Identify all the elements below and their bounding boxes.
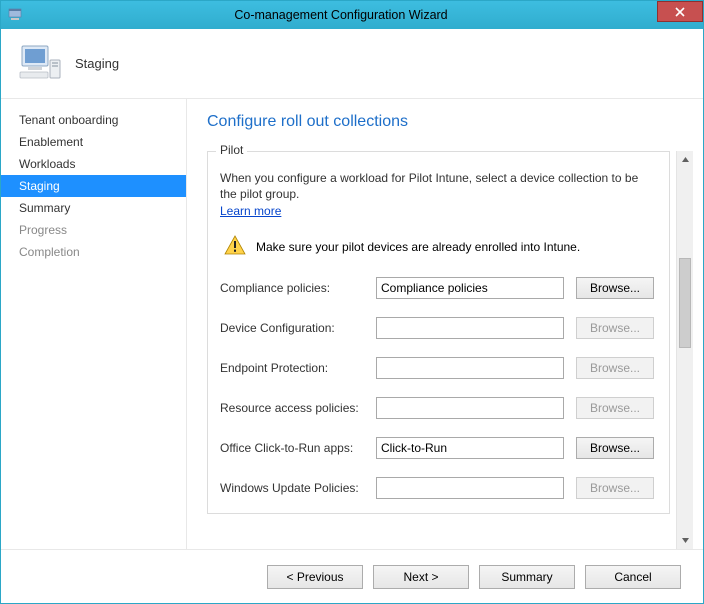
row-label: Device Configuration: xyxy=(220,321,376,335)
wizard-window: Co-management Configuration Wizard Stagi… xyxy=(0,0,704,604)
windows-update-policies-field[interactable] xyxy=(376,477,564,499)
sidebar-item-progress: Progress xyxy=(1,219,186,241)
sidebar-item-label: Staging xyxy=(19,179,60,193)
footer: < Previous Next > Summary Cancel xyxy=(1,549,703,603)
sidebar-item-label: Summary xyxy=(19,201,70,215)
browse-button: Browse... xyxy=(576,357,654,379)
sidebar: Tenant onboarding Enablement Workloads S… xyxy=(1,99,187,549)
header-pane: Staging xyxy=(1,29,703,99)
scroll-wrap: Pilot When you configure a workload for … xyxy=(207,151,693,549)
compliance-policies-field[interactable] xyxy=(376,277,564,299)
computer-icon xyxy=(19,42,63,85)
sidebar-item-workloads[interactable]: Workloads xyxy=(1,153,186,175)
cancel-button[interactable]: Cancel xyxy=(585,565,681,589)
warning-row: Make sure your pilot devices are already… xyxy=(224,234,657,259)
scroll-content: Pilot When you configure a workload for … xyxy=(207,151,676,549)
scroll-thumb[interactable] xyxy=(679,258,691,348)
endpoint-protection-field[interactable] xyxy=(376,357,564,379)
titlebar: Co-management Configuration Wizard xyxy=(1,1,703,29)
wizard-body: Tenant onboarding Enablement Workloads S… xyxy=(1,99,703,549)
office-click-to-run-field[interactable] xyxy=(376,437,564,459)
pilot-legend: Pilot xyxy=(216,143,247,157)
row-label: Resource access policies: xyxy=(220,401,376,415)
main-panel: Configure roll out collections Pilot Whe… xyxy=(187,99,703,549)
device-configuration-field[interactable] xyxy=(376,317,564,339)
close-button[interactable] xyxy=(657,1,703,22)
browse-button: Browse... xyxy=(576,317,654,339)
pilot-description: When you configure a workload for Pilot … xyxy=(220,170,657,202)
previous-button[interactable]: < Previous xyxy=(267,565,363,589)
sidebar-item-tenant-onboarding[interactable]: Tenant onboarding xyxy=(1,109,186,131)
summary-button[interactable]: Summary xyxy=(479,565,575,589)
row-label: Compliance policies: xyxy=(220,281,376,295)
browse-button[interactable]: Browse... xyxy=(576,437,654,459)
learn-more-link[interactable]: Learn more xyxy=(220,204,281,218)
sidebar-item-label: Progress xyxy=(19,223,67,237)
row-windows-update-policies: Windows Update Policies: Browse... xyxy=(220,477,657,499)
pilot-group: Pilot When you configure a workload for … xyxy=(207,151,670,514)
row-resource-access-policies: Resource access policies: Browse... xyxy=(220,397,657,419)
scroll-track[interactable] xyxy=(677,168,693,532)
scroll-down-button[interactable] xyxy=(677,532,693,549)
row-compliance-policies: Compliance policies: Browse... xyxy=(220,277,657,299)
sidebar-item-enablement[interactable]: Enablement xyxy=(1,131,186,153)
sidebar-item-label: Tenant onboarding xyxy=(19,113,118,127)
row-label: Endpoint Protection: xyxy=(220,361,376,375)
browse-button: Browse... xyxy=(576,397,654,419)
warning-text: Make sure your pilot devices are already… xyxy=(256,240,580,254)
row-endpoint-protection: Endpoint Protection: Browse... xyxy=(220,357,657,379)
row-label: Windows Update Policies: xyxy=(220,481,376,495)
vertical-scrollbar[interactable] xyxy=(676,151,693,549)
window-title: Co-management Configuration Wizard xyxy=(25,8,657,22)
row-office-click-to-run: Office Click-to-Run apps: Browse... xyxy=(220,437,657,459)
sidebar-item-completion: Completion xyxy=(1,241,186,263)
row-device-configuration: Device Configuration: Browse... xyxy=(220,317,657,339)
sidebar-item-label: Enablement xyxy=(19,135,83,149)
app-icon xyxy=(7,6,25,24)
main-heading: Configure roll out collections xyxy=(207,113,693,131)
sidebar-item-summary[interactable]: Summary xyxy=(1,197,186,219)
sidebar-item-label: Completion xyxy=(19,245,80,259)
resource-access-policies-field[interactable] xyxy=(376,397,564,419)
browse-button[interactable]: Browse... xyxy=(576,277,654,299)
row-label: Office Click-to-Run apps: xyxy=(220,441,376,455)
sidebar-item-label: Workloads xyxy=(19,157,75,171)
browse-button: Browse... xyxy=(576,477,654,499)
page-title: Staging xyxy=(75,56,119,71)
next-button[interactable]: Next > xyxy=(373,565,469,589)
sidebar-item-staging[interactable]: Staging xyxy=(1,175,186,197)
warning-icon xyxy=(224,234,246,259)
scroll-up-button[interactable] xyxy=(677,151,693,168)
